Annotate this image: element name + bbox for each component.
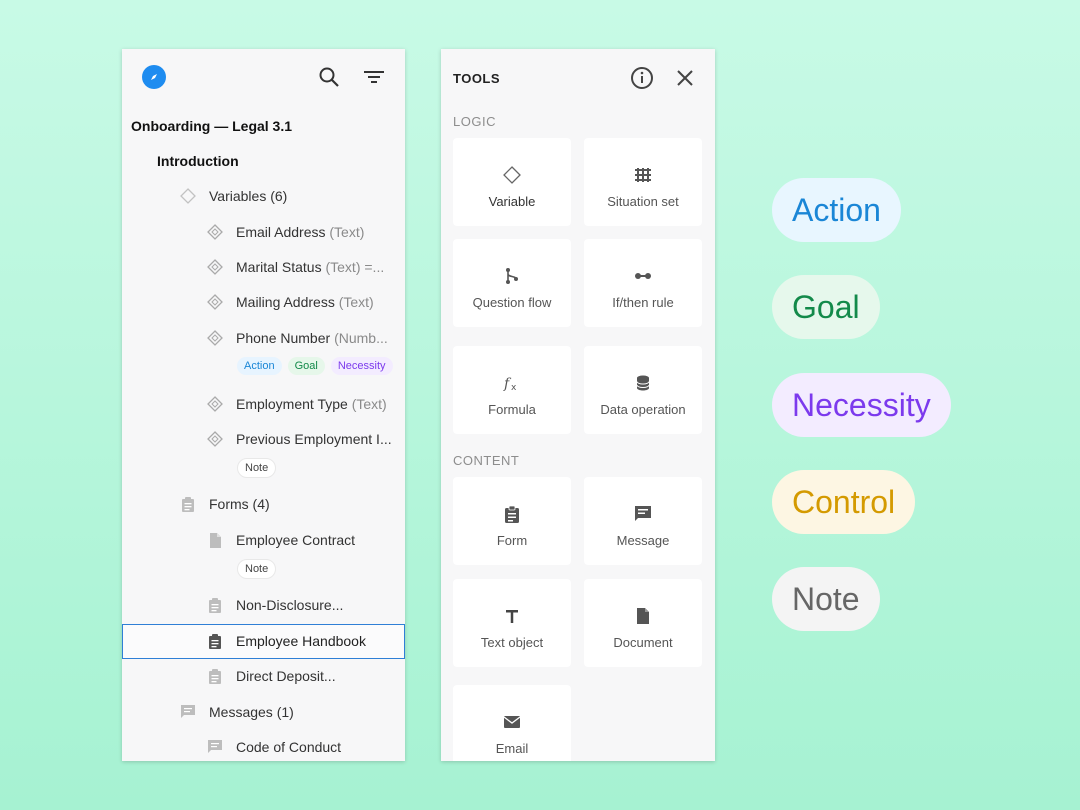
info-icon (631, 67, 653, 89)
tool-email[interactable]: Email (453, 685, 571, 761)
tag-note[interactable]: Note (237, 458, 277, 478)
compass-icon[interactable] (142, 65, 166, 89)
clipboard-icon (179, 495, 197, 513)
form-item[interactable]: Employee Contract (206, 528, 355, 552)
legend-tag-necessity: Necessity (772, 373, 951, 437)
form-item-selected[interactable]: Employee Handbook (206, 629, 366, 653)
tag-note[interactable]: Note (237, 559, 277, 579)
legend-tag-control: Control (772, 470, 916, 534)
filter-icon (364, 71, 384, 83)
svg-text:x: x (511, 383, 517, 392)
function-icon: fx (503, 374, 521, 392)
clipboard-icon (206, 667, 224, 685)
variable-item[interactable]: Previous Employment I... (206, 427, 392, 451)
variable-icon (206, 223, 224, 241)
variable-icon (206, 258, 224, 276)
search-icon (319, 67, 339, 87)
tag-goal[interactable]: Goal (287, 357, 325, 375)
message-item[interactable]: Code of Conduct (206, 735, 341, 759)
document-icon (206, 531, 224, 549)
email-icon (503, 713, 521, 731)
tool-message[interactable]: Message (584, 477, 702, 565)
tool-situation-set[interactable]: Situation set (584, 138, 702, 226)
tools-title: TOOLS (453, 71, 501, 86)
form-item[interactable]: Non-Disclosure... (206, 593, 343, 617)
forms-group[interactable]: Forms (4) (179, 492, 270, 516)
legend-tag-goal: Goal (772, 275, 880, 339)
employment-tags: Note (237, 458, 277, 478)
branch-icon (504, 267, 520, 285)
clipboard-icon (206, 596, 224, 614)
project-title[interactable]: Onboarding — Legal 3.1 (131, 114, 292, 138)
variable-item[interactable]: Email Address (Text) (206, 220, 364, 244)
legend-tag-action: Action (772, 178, 901, 242)
variables-group[interactable]: Variables (6) (179, 184, 287, 208)
document-icon (636, 607, 650, 625)
section-introduction[interactable]: Introduction (157, 149, 239, 173)
message-icon (179, 703, 197, 721)
database-icon (636, 374, 650, 392)
tools-panel: TOOLS LOGIC Variable Situation set Quest… (441, 49, 715, 761)
search-button[interactable] (315, 63, 343, 91)
tool-form[interactable]: Form (453, 477, 571, 565)
tool-question-flow[interactable]: Question flow (453, 239, 571, 327)
clipboard-icon (206, 632, 224, 650)
close-icon (677, 70, 693, 86)
tool-formula[interactable]: fx Formula (453, 346, 571, 434)
contract-tags: Note (237, 559, 277, 579)
clipboard-icon (504, 505, 520, 523)
legend-tag-note: Note (772, 567, 880, 631)
diamond-icon (503, 166, 521, 184)
logic-section-label: LOGIC (453, 114, 496, 129)
tool-if-then-rule[interactable]: If/then rule (584, 239, 702, 327)
close-button[interactable] (671, 64, 699, 92)
tag-necessity[interactable]: Necessity (330, 357, 393, 375)
variable-icon (206, 430, 224, 448)
outline-panel: Onboarding — Legal 3.1 Introduction Vari… (122, 49, 405, 761)
messages-group[interactable]: Messages (1) (179, 700, 294, 724)
tool-document[interactable]: Document (584, 579, 702, 667)
form-item[interactable]: Direct Deposit... (206, 664, 336, 688)
variable-item[interactable]: Employment Type (Text) (206, 392, 387, 416)
info-button[interactable] (628, 64, 656, 92)
tool-data-operation[interactable]: Data operation (584, 346, 702, 434)
variable-icon (206, 293, 224, 311)
variable-item[interactable]: Phone Number (Numb... (206, 326, 388, 350)
variable-icon (206, 329, 224, 347)
variable-item[interactable]: Marital Status (Text) =... (206, 255, 384, 279)
text-icon (505, 607, 519, 625)
content-section-label: CONTENT (453, 453, 520, 468)
grid-icon (634, 166, 652, 184)
variable-icon (206, 395, 224, 413)
tool-text-object[interactable]: Text object (453, 579, 571, 667)
variable-item[interactable]: Mailing Address (Text) (206, 290, 374, 314)
diamond-outline-icon (179, 187, 197, 205)
tag-action[interactable]: Action (237, 357, 282, 375)
phone-tags: Action Goal Necessity (237, 357, 393, 375)
tool-variable[interactable]: Variable (453, 138, 571, 226)
connector-icon (634, 267, 652, 285)
message-icon (206, 738, 224, 756)
message-icon (634, 505, 652, 523)
filter-button[interactable] (360, 63, 388, 91)
